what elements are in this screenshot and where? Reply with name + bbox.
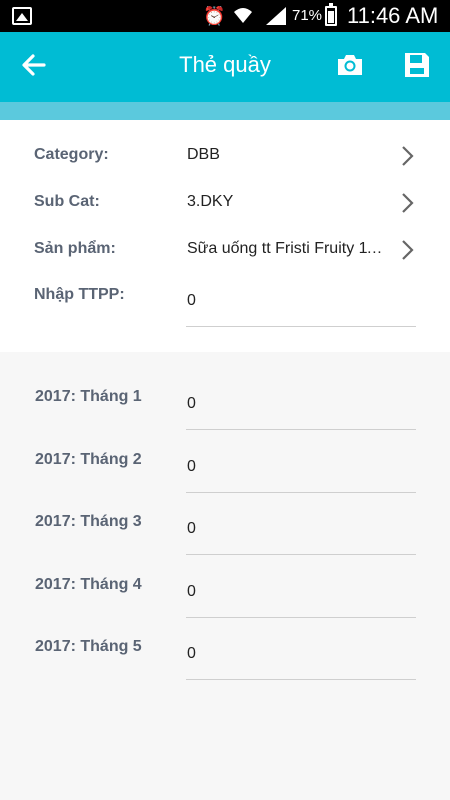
san-pham-value: Sữa uống tt Fristi Fruity 110ml <box>187 240 389 257</box>
month-row: 2017: Tháng 2 0 <box>0 449 450 499</box>
month-input[interactable]: 0 <box>187 458 196 476</box>
month-row: 2017: Tháng 3 0 <box>0 511 450 561</box>
month-label: 2017: Tháng 1 <box>35 388 142 405</box>
san-pham-row[interactable]: Sản phẩm: Sữa uống tt Fristi Fruity 110m… <box>0 234 450 274</box>
gallery-icon <box>12 7 32 25</box>
save-icon[interactable] <box>403 51 431 79</box>
nhap-ttpp-input[interactable]: 0 <box>187 292 196 310</box>
month-row: 2017: Tháng 5 0 <box>0 636 450 686</box>
sub-cat-row[interactable]: Sub Cat: 3.DKY <box>0 187 450 227</box>
month-label: 2017: Tháng 3 <box>35 513 142 530</box>
month-input[interactable]: 0 <box>187 520 196 538</box>
monthly-values: 2017: Tháng 1 0 2017: Tháng 2 0 2017: Th… <box>0 352 450 800</box>
month-input[interactable]: 0 <box>187 583 196 601</box>
input-underline <box>186 492 416 493</box>
month-row: 2017: Tháng 4 0 <box>0 574 450 624</box>
chevron-right-icon[interactable] <box>398 192 416 214</box>
battery-icon <box>325 3 337 26</box>
category-row[interactable]: Category: DBB <box>0 140 450 180</box>
month-label: 2017: Tháng 2 <box>35 451 142 468</box>
camera-icon[interactable] <box>336 52 364 78</box>
product-form: Category: DBB Sub Cat: 3.DKY Sản phẩm: S… <box>0 120 450 352</box>
category-value: DBB <box>187 146 220 163</box>
clock-time: 11:46 AM <box>347 3 439 28</box>
wifi-icon <box>234 8 252 23</box>
input-underline <box>186 554 416 555</box>
signal-icon <box>266 7 286 25</box>
page-title: Thẻ quầy <box>179 52 271 77</box>
sub-cat-value: 3.DKY <box>187 193 234 210</box>
nhap-ttpp-row: Nhập TTPP: 0 <box>0 282 450 330</box>
chevron-right-icon[interactable] <box>398 239 416 261</box>
chevron-right-icon[interactable] <box>398 145 416 167</box>
input-underline <box>186 679 416 680</box>
input-underline <box>186 326 416 327</box>
app-bar: Thẻ quầy <box>0 32 450 102</box>
nhap-ttpp-label: Nhập TTPP: <box>34 286 125 303</box>
month-input[interactable]: 0 <box>187 645 196 663</box>
month-input[interactable]: 0 <box>187 395 196 413</box>
status-bar: ⏰ 71% 11:46 AM <box>0 0 450 32</box>
app-bar-shadow <box>0 102 450 120</box>
sub-cat-label: Sub Cat: <box>34 193 100 210</box>
input-underline <box>186 617 416 618</box>
month-label: 2017: Tháng 4 <box>35 576 142 593</box>
battery-percent: 71% <box>292 7 323 24</box>
category-label: Category: <box>34 146 109 163</box>
input-underline <box>186 429 416 430</box>
alarm-icon: ⏰ <box>203 6 226 26</box>
month-row: 2017: Tháng 1 0 <box>0 386 450 436</box>
month-label: 2017: Tháng 5 <box>35 638 142 655</box>
san-pham-label: Sản phẩm: <box>34 240 116 257</box>
